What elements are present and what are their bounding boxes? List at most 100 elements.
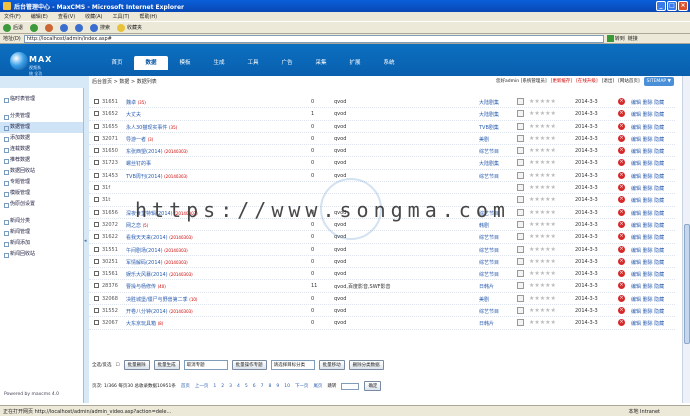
pager-last[interactable]: 尾页 xyxy=(313,383,322,389)
row-ops[interactable]: 编辑 删除 隐藏 xyxy=(631,99,664,106)
row-rating-stars[interactable]: ★★★★★ xyxy=(529,270,556,277)
sidebar-item[interactable]: 新闻添加 xyxy=(0,238,83,249)
row-rating-stars[interactable]: ★★★★★ xyxy=(529,159,556,166)
row-checkbox[interactable] xyxy=(94,209,99,215)
site-home-link[interactable]: [网站首页] xyxy=(618,77,640,86)
row-ops[interactable]: 编辑 删除 隐藏 xyxy=(631,197,664,204)
row-category[interactable]: 大陆剧集 xyxy=(479,111,499,118)
go-button[interactable]: 转到 xyxy=(606,35,625,42)
row-title[interactable]: 东张西望(2014) (20140303) xyxy=(126,148,188,155)
row-checkbox[interactable] xyxy=(94,258,99,264)
row-rating-stars[interactable]: ★★★★★ xyxy=(529,172,556,179)
row-delete-icon[interactable]: × xyxy=(618,134,625,142)
topic-select[interactable]: 取消专题 xyxy=(183,360,228,370)
row-rating-stars[interactable]: ★★★★★ xyxy=(529,295,556,302)
row-state-box[interactable] xyxy=(517,208,524,216)
row-ops[interactable]: 编辑 删除 隐藏 xyxy=(631,136,664,143)
menu-help[interactable]: 帮助(H) xyxy=(139,13,157,20)
vertical-scrollbar[interactable] xyxy=(682,76,690,403)
forward-button[interactable] xyxy=(30,23,39,32)
row-state-box[interactable] xyxy=(517,110,524,118)
row-state-box[interactable] xyxy=(517,307,524,315)
row-state-box[interactable] xyxy=(517,147,524,155)
category-select[interactable]: 请选择目标分类 xyxy=(270,360,315,370)
row-ops[interactable]: 编辑 删除 隐藏 xyxy=(631,124,664,131)
logout-link[interactable]: [退出] xyxy=(602,77,615,86)
sidebar-item[interactable]: 添加数据 xyxy=(0,133,83,144)
menu-edit[interactable]: 编辑(E) xyxy=(31,13,48,20)
row-title-text[interactable]: 曹操与杨修传 xyxy=(126,284,156,290)
row-title[interactable]: TVB周刊(2014) (20140303) xyxy=(126,173,188,180)
minimize-button[interactable]: _ xyxy=(656,1,666,11)
nav-generate[interactable]: 生成 xyxy=(202,56,236,70)
sidebar-item[interactable]: 数据管理 xyxy=(0,122,83,133)
row-delete-icon[interactable]: × xyxy=(618,171,625,179)
row-title-text[interactable]: 娱乐大风暴(2014) xyxy=(126,272,168,278)
nav-system[interactable]: 系统 xyxy=(372,56,406,70)
row-delete-icon[interactable]: × xyxy=(618,122,625,130)
search-button[interactable]: 搜索 xyxy=(90,23,110,32)
row-category[interactable]: 综艺节目 xyxy=(479,173,499,180)
row-title-text[interactable]: 东张西望(2014) xyxy=(126,149,163,155)
sidebar-item[interactable]: 连载数据 xyxy=(0,144,83,155)
row-title[interactable]: 决胜城堡/僵尸与野兽第二季 (10) xyxy=(126,296,198,303)
row-rating-stars[interactable]: ★★★★★ xyxy=(529,147,556,154)
row-ops[interactable]: 编辑 删除 隐藏 xyxy=(631,247,664,254)
row-ops[interactable]: 编辑 删除 隐藏 xyxy=(631,210,664,217)
row-rating-stars[interactable]: ★★★★★ xyxy=(529,123,556,130)
menu-file[interactable]: 文件(F) xyxy=(4,13,21,20)
batch-delete-button[interactable]: 批量删除 xyxy=(123,360,150,370)
row-delete-icon[interactable]: × xyxy=(618,184,625,192)
row-category[interactable]: 韩剧 xyxy=(479,222,489,229)
row-ops[interactable]: 编辑 删除 隐藏 xyxy=(631,185,664,192)
row-ops[interactable]: 编辑 删除 隐藏 xyxy=(631,222,664,229)
row-state-box[interactable] xyxy=(517,134,524,142)
row-title[interactable]: 导游一者 (3) xyxy=(126,136,153,143)
scrollbar-thumb[interactable] xyxy=(684,224,690,344)
row-checkbox[interactable] xyxy=(94,99,99,104)
row-ops[interactable]: 编辑 删除 隐藏 xyxy=(631,283,664,290)
row-state-box[interactable] xyxy=(517,270,524,278)
row-rating-stars[interactable]: ★★★★★ xyxy=(529,258,556,265)
row-delete-icon[interactable]: × xyxy=(618,282,625,290)
row-ops[interactable]: 编辑 删除 隐藏 xyxy=(631,148,664,155)
row-rating-stars[interactable]: ★★★★★ xyxy=(529,98,556,105)
sidebar-item[interactable]: 新闻分类 xyxy=(0,216,83,227)
row-title-text[interactable]: 魏卓 xyxy=(126,100,136,106)
row-delete-icon[interactable]: × xyxy=(618,196,625,204)
sidebar-item[interactable]: 分类管理 xyxy=(0,111,83,122)
row-title-text[interactable]: TVB周刊(2014) xyxy=(126,174,163,180)
row-state-box[interactable] xyxy=(517,220,524,228)
pager-page-link[interactable]: 9 xyxy=(276,384,279,389)
row-category[interactable]: 大陆剧集 xyxy=(479,99,499,106)
pager-go-button[interactable]: 确定 xyxy=(364,381,382,391)
row-title[interactable]: 娱乐大风暴(2014) (20140303) xyxy=(126,271,193,278)
row-checkbox[interactable] xyxy=(94,295,99,301)
row-title-text[interactable]: 大丈夫 xyxy=(126,112,141,118)
row-rating-stars[interactable]: ★★★★★ xyxy=(529,221,556,228)
pager-page-link[interactable]: 8 xyxy=(268,384,271,389)
row-title-text[interactable]: 大东京玩具箱 xyxy=(126,321,156,327)
row-delete-icon[interactable]: × xyxy=(618,307,625,315)
row-checkbox[interactable] xyxy=(94,320,99,326)
row-category[interactable]: 综艺节目 xyxy=(479,234,499,241)
pager-first[interactable]: 首页 xyxy=(181,383,190,389)
row-state-box[interactable] xyxy=(517,319,524,327)
sidebar-item[interactable]: 新闻管理 xyxy=(0,227,83,238)
row-state-box[interactable] xyxy=(517,159,524,167)
row-checkbox[interactable] xyxy=(94,135,99,141)
row-title[interactable]: 午间剧场(2014) (20140303) xyxy=(126,247,188,254)
collapse-arrow-icon[interactable]: ◂ xyxy=(84,238,87,244)
row-delete-icon[interactable]: × xyxy=(618,233,625,241)
row-state-box[interactable] xyxy=(517,282,524,290)
row-title[interactable]: 魏卓 (35) xyxy=(126,99,146,106)
row-title-text[interactable]: 螺丝钉的事 xyxy=(126,161,151,167)
row-rating-stars[interactable]: ★★★★★ xyxy=(529,209,556,216)
row-category[interactable]: 综艺节目 xyxy=(479,210,499,217)
url-input[interactable]: http://localhost/admin/index.asp# xyxy=(23,34,604,43)
pager-page-link[interactable]: 4 xyxy=(237,384,240,389)
row-title[interactable]: 网之恋 (5) xyxy=(126,222,148,229)
nav-extend[interactable]: 扩展 xyxy=(338,56,372,70)
maximize-button[interactable]: □ xyxy=(667,1,677,11)
row-ops[interactable]: 编辑 删除 隐藏 xyxy=(631,259,664,266)
